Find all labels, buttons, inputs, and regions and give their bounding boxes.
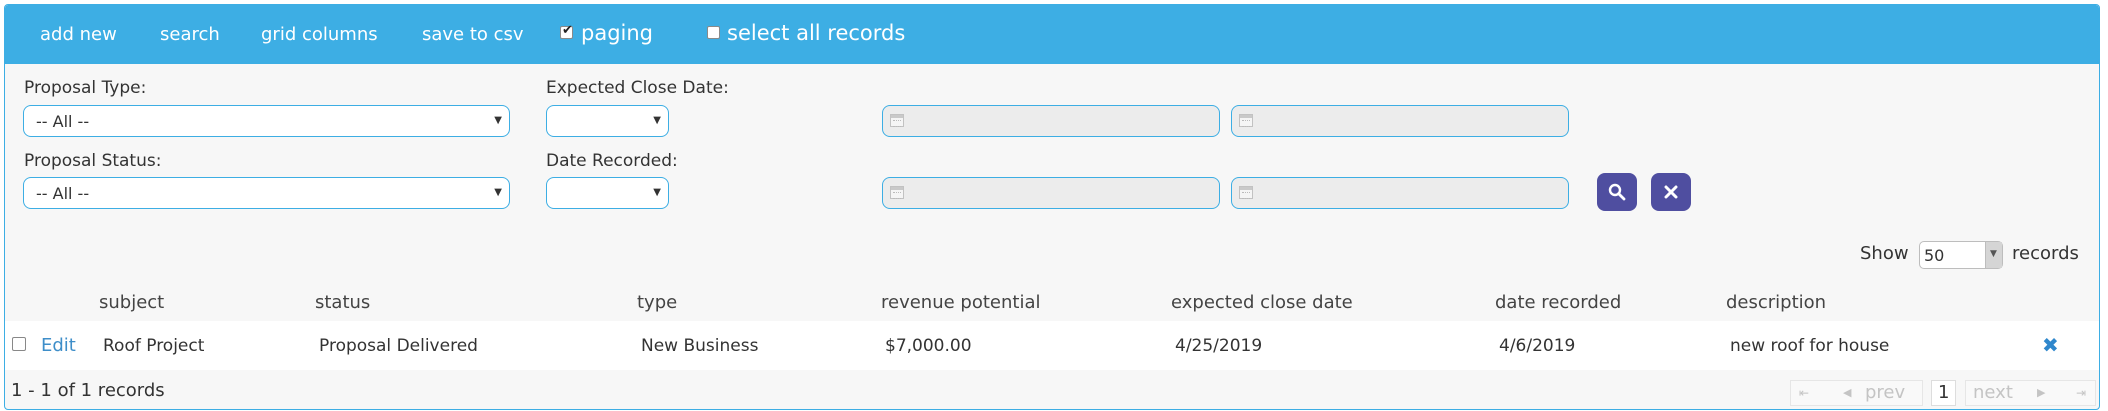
calendar-icon: [890, 114, 904, 127]
page-size-value: 50: [1924, 246, 1945, 265]
proposal-status-value: -- All --: [36, 184, 90, 203]
record-count-summary: 1 - 1 of 1 records: [11, 380, 165, 401]
grid-columns-button[interactable]: grid columns: [261, 24, 378, 45]
proposal-type-label: Proposal Type:: [24, 78, 147, 98]
close-icon: [1664, 185, 1678, 199]
records-label: records: [2012, 243, 2079, 264]
search-icon: [1608, 183, 1626, 201]
cell-status: Proposal Delivered: [319, 336, 478, 356]
calendar-icon: [1239, 186, 1253, 199]
show-label: Show: [1860, 243, 1909, 264]
current-page[interactable]: 1: [1931, 380, 1956, 406]
date-recorded-to-input[interactable]: [1231, 177, 1569, 209]
toolbar: add new search grid columns save to csv …: [5, 5, 2099, 64]
table-row: Edit Roof Project Proposal Delivered New…: [5, 321, 2099, 370]
expected-close-date-range-select[interactable]: ▼: [546, 105, 669, 137]
paging-checkbox[interactable]: ✔: [560, 23, 573, 39]
prev-page-button[interactable]: ⇤ ◀ prev: [1790, 380, 1923, 406]
row-select-checkbox[interactable]: [12, 337, 26, 351]
paging-label: paging: [581, 21, 654, 45]
chevron-down-icon: ▼: [494, 187, 502, 198]
current-page-number: 1: [1938, 382, 1950, 403]
chevron-down-icon: ▼: [653, 115, 661, 126]
cell-type: New Business: [641, 336, 759, 356]
edit-link[interactable]: Edit: [41, 335, 76, 356]
proposal-type-value: -- All --: [36, 112, 90, 131]
add-new-button[interactable]: add new: [40, 24, 117, 45]
date-recorded-range-select[interactable]: ▼: [546, 177, 669, 209]
page-size-spinner[interactable]: ▼: [1985, 242, 2002, 268]
cell-revenue-potential: $7,000.00: [885, 336, 972, 356]
cell-description: new roof for house: [1730, 336, 1890, 356]
run-search-button[interactable]: [1597, 173, 1637, 211]
delete-icon[interactable]: ✖: [2042, 333, 2059, 357]
chevron-down-icon: ▼: [1990, 249, 1997, 259]
checkmark-icon: ✔: [562, 23, 573, 38]
prev-label: prev: [1865, 382, 1906, 403]
next-label: next: [1973, 382, 2013, 403]
date-recorded-label: Date Recorded:: [546, 151, 678, 171]
next-page-button[interactable]: next ▶ ⇥: [1965, 380, 2096, 406]
chevron-left-icon: ◀: [1843, 386, 1852, 399]
proposal-status-select[interactable]: -- All -- ▼: [23, 177, 510, 209]
column-header-revenue-potential[interactable]: revenue potential: [881, 292, 1041, 313]
date-recorded-from-input[interactable]: [882, 177, 1220, 209]
column-header-date-recorded[interactable]: date recorded: [1495, 292, 1621, 313]
grid-footer: 1 - 1 of 1 records ⇤ ◀ prev 1 next ▶ ⇥: [5, 370, 2099, 409]
select-all-checkbox[interactable]: [707, 26, 720, 39]
cell-subject: Roof Project: [103, 336, 205, 356]
proposal-status-label: Proposal Status:: [24, 151, 162, 171]
proposal-type-select[interactable]: -- All -- ▼: [23, 105, 510, 137]
chevron-down-icon: ▼: [494, 115, 502, 126]
expected-close-to-input[interactable]: [1231, 105, 1569, 137]
calendar-icon: [890, 186, 904, 199]
column-header-description[interactable]: description: [1726, 292, 1826, 313]
cell-date-recorded: 4/6/2019: [1499, 336, 1576, 356]
column-header-status[interactable]: status: [315, 292, 370, 313]
first-page-icon: ⇤: [1799, 386, 1810, 400]
expected-close-from-input[interactable]: [882, 105, 1220, 137]
cell-expected-close-date: 4/25/2019: [1175, 336, 1263, 356]
expected-close-date-label: Expected Close Date:: [546, 78, 729, 98]
select-all-label: select all records: [727, 21, 906, 45]
search-button[interactable]: search: [160, 24, 220, 45]
column-header-expected-close-date[interactable]: expected close date: [1171, 292, 1353, 313]
proposals-grid-panel: add new search grid columns save to csv …: [4, 4, 2100, 410]
column-header-type[interactable]: type: [637, 292, 677, 313]
page-size-select[interactable]: 50 ▼: [1919, 241, 2003, 269]
calendar-icon: [1239, 114, 1253, 127]
chevron-down-icon: ▼: [653, 187, 661, 198]
column-header-subject[interactable]: subject: [99, 292, 164, 313]
chevron-right-icon: ▶: [2037, 386, 2046, 399]
save-to-csv-button[interactable]: save to csv: [422, 24, 524, 45]
last-page-icon: ⇥: [2076, 386, 2087, 400]
clear-filters-button[interactable]: [1651, 173, 1691, 211]
